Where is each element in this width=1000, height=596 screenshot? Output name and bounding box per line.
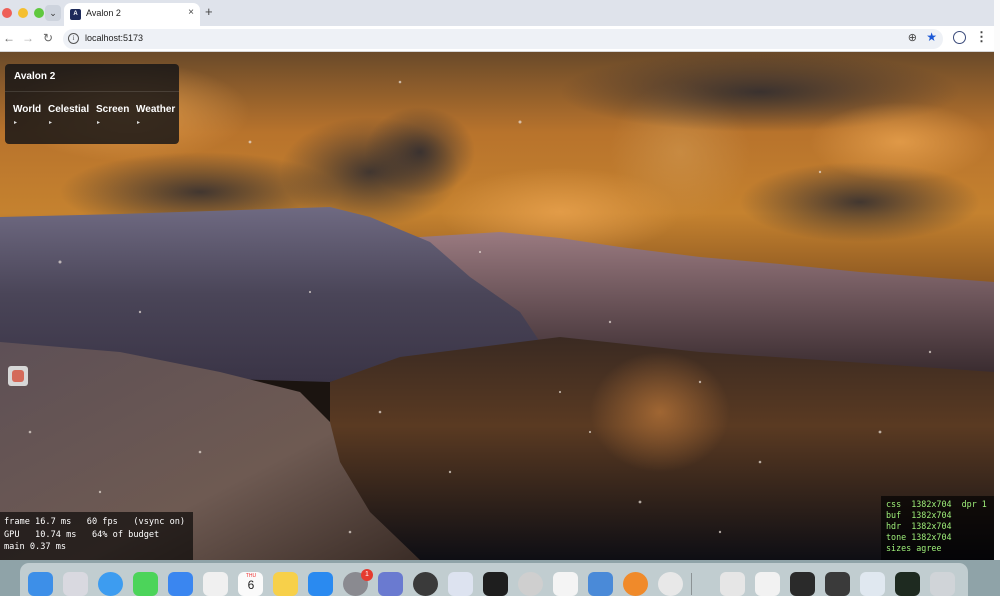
menu-celestial-caret-icon[interactable]: ▸	[49, 119, 52, 126]
performance-overlay: frame 16.7 ms 60 fps (vsync on) GPU 10.74…	[0, 512, 193, 560]
terminal-icon[interactable]	[483, 572, 508, 596]
menu-screen-caret-icon[interactable]: ▸	[97, 119, 100, 126]
panel-divider	[5, 91, 179, 92]
browser-tab[interactable]: A Avalon 2 ×	[64, 3, 200, 26]
side-toggle-button[interactable]	[8, 366, 28, 386]
window-maximize-button[interactable]	[34, 8, 44, 18]
profile-icon[interactable]	[953, 31, 966, 44]
minimized-window-icon[interactable]	[860, 572, 885, 596]
activity-monitor-icon[interactable]	[413, 572, 438, 596]
tab-close-icon[interactable]: ×	[188, 7, 194, 18]
launchpad-icon[interactable]	[63, 572, 88, 596]
background-window-edge	[994, 0, 1000, 566]
site-info-icon[interactable]: i	[68, 33, 79, 44]
settings-panel: Avalon 2 World ▸ Celestial ▸ Screen ▸ We…	[5, 64, 179, 144]
sizes-agree-line: sizes agree	[886, 542, 942, 553]
calendar-day: 6	[247, 578, 255, 592]
forward-arrow-icon[interactable]: →	[22, 31, 34, 45]
finder-icon[interactable]	[28, 572, 53, 596]
xcode-icon[interactable]	[378, 572, 403, 596]
sizes-buf-line: buf 1382x704	[886, 509, 952, 520]
tab-title: Avalon 2	[86, 8, 121, 18]
tab-search-chevron-icon[interactable]: ⌄	[45, 5, 61, 21]
book-icon	[12, 370, 24, 382]
menu-screen[interactable]: Screen	[96, 104, 129, 115]
panel-title: Avalon 2	[14, 71, 56, 82]
minimized-window-icon[interactable]	[790, 572, 815, 596]
textedit-icon[interactable]	[553, 572, 578, 596]
bookmark-star-icon[interactable]: ★	[926, 30, 937, 44]
browser-toolbar: ← → ↻ i localhost:5173 ⊕ ★ ⋮	[0, 26, 994, 52]
perf-main-line: main 0.37 ms	[4, 542, 67, 552]
dock-separator	[691, 573, 692, 595]
sizes-css-line: css 1382x704 dpr 1	[886, 499, 987, 509]
minimized-window-icon[interactable]	[755, 572, 780, 596]
sizes-tone-line: tone 1382x704	[886, 531, 952, 542]
window-minimize-button[interactable]	[18, 8, 28, 18]
back-arrow-icon[interactable]: ←	[3, 31, 15, 45]
menu-weather[interactable]: Weather	[136, 104, 175, 115]
reload-icon[interactable]: ↻	[43, 31, 53, 45]
screenshot-icon[interactable]	[518, 572, 543, 596]
perf-gpu-line: GPU 10.74 ms 64% of budget	[4, 529, 160, 540]
preview-icon[interactable]	[448, 572, 473, 596]
messages-icon[interactable]	[133, 572, 158, 596]
app-store-icon[interactable]	[308, 572, 333, 596]
minimized-window-icon[interactable]	[895, 572, 920, 596]
url-text[interactable]: localhost:5173	[85, 33, 143, 43]
notes-icon[interactable]	[273, 572, 298, 596]
new-tab-button[interactable]: +	[205, 4, 213, 19]
menu-weather-caret-icon[interactable]: ▸	[137, 119, 140, 126]
menu-world-caret-icon[interactable]: ▸	[14, 119, 17, 126]
blender-icon[interactable]	[623, 572, 648, 596]
safari-icon[interactable]	[98, 572, 123, 596]
sizes-hdr-line: hdr 1382x704	[886, 520, 952, 531]
finder-secondary-icon[interactable]	[588, 572, 613, 596]
photos-icon[interactable]	[203, 572, 228, 596]
browser-tab-bar: ⌄ A Avalon 2 × +	[0, 0, 994, 26]
window-close-button[interactable]	[2, 8, 12, 18]
minimized-window-icon[interactable]	[720, 572, 745, 596]
notification-badge: 1	[361, 569, 373, 581]
menu-celestial[interactable]: Celestial	[48, 104, 89, 115]
address-bar[interactable]: i localhost:5173 ⊕ ★	[63, 29, 943, 49]
chrome-icon[interactable]	[658, 572, 683, 596]
zoom-icon[interactable]: ⊕	[908, 31, 917, 44]
buffer-sizes-overlay: css 1382x704 dpr 1 buf 1382x704 hdr 1382x7…	[881, 496, 994, 560]
trash-icon[interactable]	[930, 572, 955, 596]
perf-frame-line: frame 16.7 ms 60 fps (vsync on)	[4, 517, 186, 527]
webgl-viewport[interactable]: Avalon 2 World ▸ Celestial ▸ Screen ▸ We…	[0, 52, 994, 560]
menu-world[interactable]: World	[13, 104, 41, 115]
desktop-bottom: THU 6 1	[0, 560, 1000, 596]
favicon-icon: A	[70, 9, 81, 20]
minimized-window-icon[interactable]	[825, 572, 850, 596]
mail-icon[interactable]	[168, 572, 193, 596]
browser-menu-icon[interactable]: ⋮	[975, 29, 988, 45]
macos-dock	[20, 563, 968, 596]
